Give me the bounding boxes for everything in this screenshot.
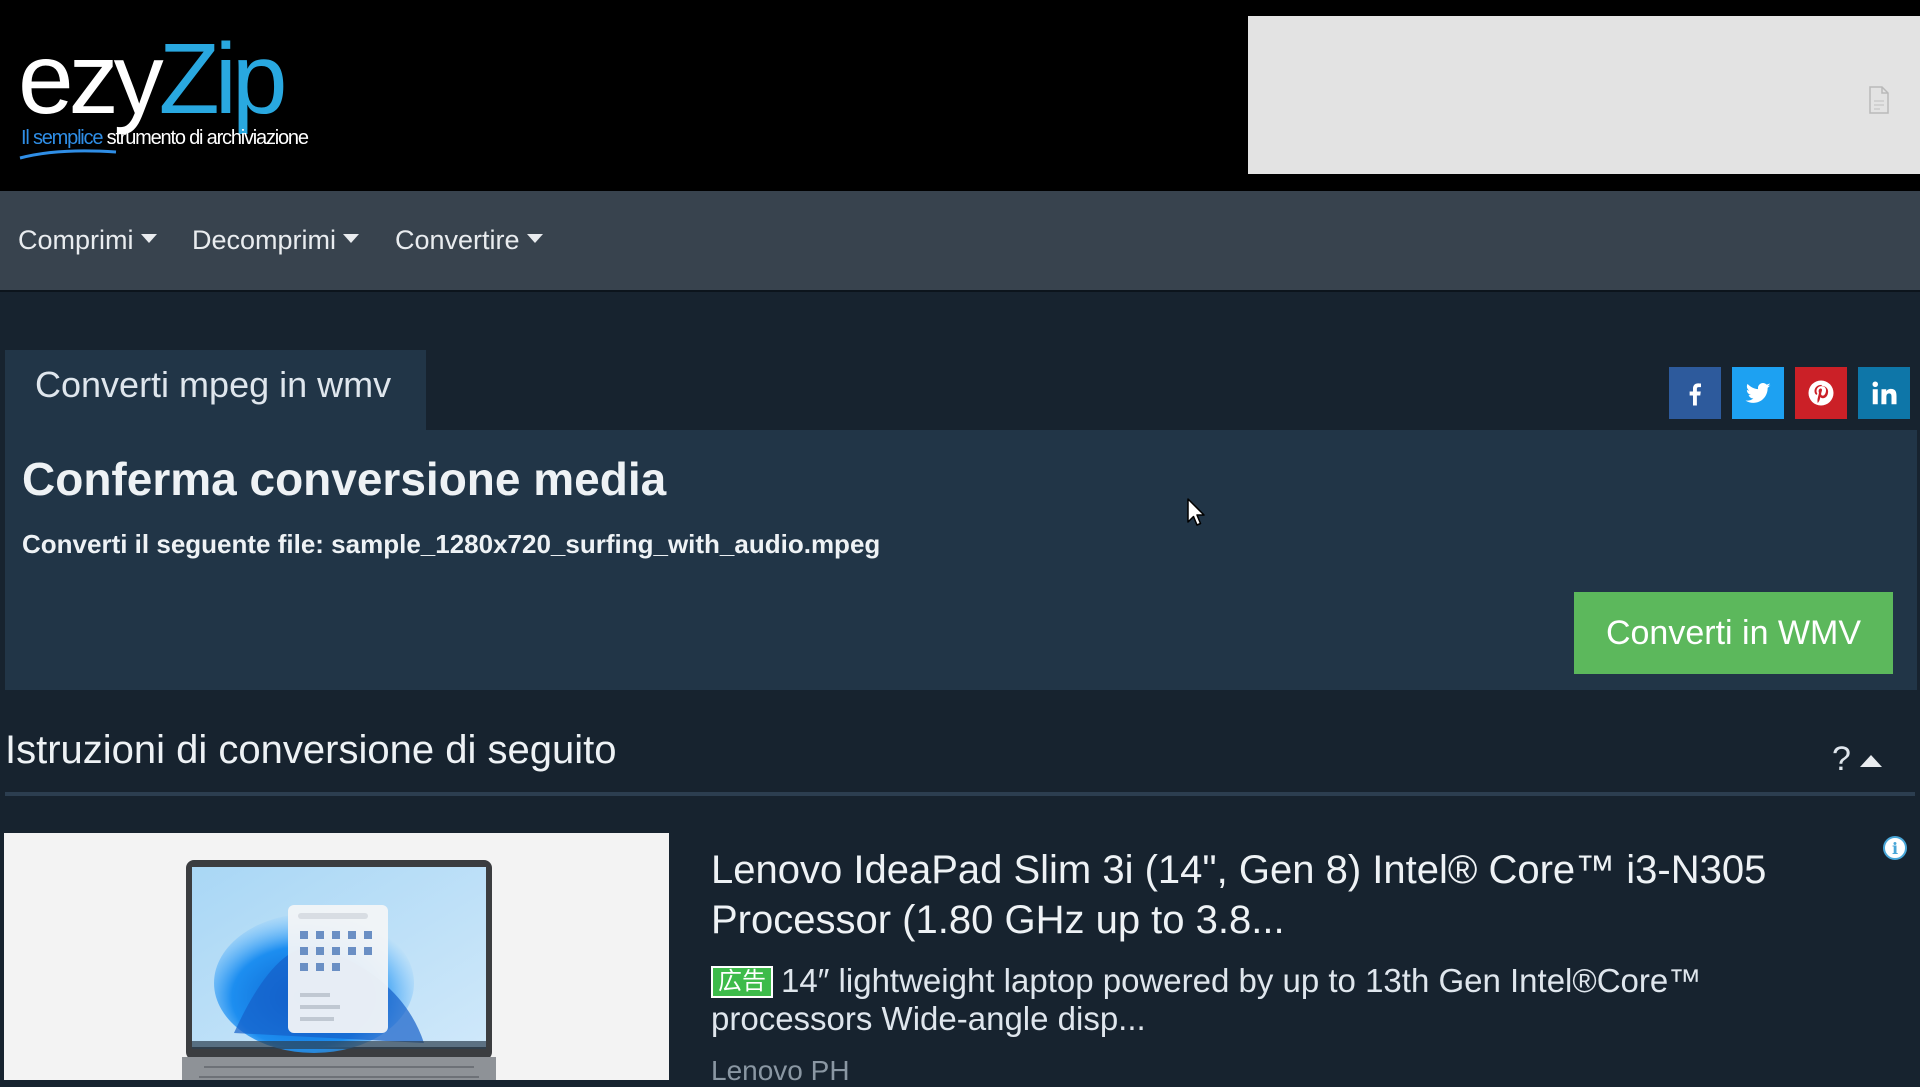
chevron-down-icon xyxy=(140,234,157,243)
logo-ezy-text: ezy xyxy=(18,23,164,135)
nav-convertire-label: Convertire xyxy=(395,225,520,255)
navbar: Comprimi Decomprimi Convertire xyxy=(0,191,1920,292)
nav-convertire[interactable]: Convertire xyxy=(395,225,543,256)
document-icon xyxy=(1869,86,1889,114)
file-info: Converti il seguente file: sample_1280x7… xyxy=(22,529,881,559)
pinterest-share-button[interactable] xyxy=(1795,367,1847,419)
tab-converti[interactable]: Converti mpeg in wmv xyxy=(5,350,426,430)
instructions-heading: Istruzioni di conversione di seguito xyxy=(5,728,617,772)
pinterest-icon xyxy=(1808,380,1834,406)
collapse-up-icon[interactable] xyxy=(1860,755,1882,767)
mouse-cursor-icon xyxy=(1187,498,1205,526)
ad-title[interactable]: Lenovo IdeaPad Slim 3i (14", Gen 8) Inte… xyxy=(711,845,1861,945)
ad-description: 広告 14″ lightweight laptop powered by up t… xyxy=(711,962,1861,1038)
chevron-down-icon xyxy=(526,234,543,243)
ad-product-image[interactable] xyxy=(4,833,669,1080)
nav-decomprimi[interactable]: Decomprimi xyxy=(192,225,360,256)
laptop-image xyxy=(182,860,496,1080)
ad-banner[interactable] xyxy=(1248,16,1920,174)
twitter-share-button[interactable] xyxy=(1732,367,1784,419)
ad-description-text: 14″ lightweight laptop powered by up to … xyxy=(711,962,1702,1037)
logo-swoosh-icon xyxy=(19,149,117,160)
divider xyxy=(5,792,1915,796)
conversion-card: Conferma conversione media Converti il s… xyxy=(5,430,1917,690)
header: ezyZip Il semplice strumento di archivia… xyxy=(0,0,1920,191)
help-icon[interactable]: ? xyxy=(1832,740,1851,779)
ad-source[interactable]: Lenovo PH xyxy=(711,1055,850,1087)
ad-info-icon[interactable]: i xyxy=(1883,836,1907,860)
linkedin-icon xyxy=(1872,381,1897,405)
nav-comprimi-label: Comprimi xyxy=(18,225,134,255)
ezyzip-logo[interactable]: ezyZip Il semplice strumento di archivia… xyxy=(18,20,338,160)
ad-badge: 広告 xyxy=(711,966,773,998)
facebook-icon xyxy=(1689,383,1701,406)
logo-wordmark: ezyZip xyxy=(18,23,288,135)
tab-label: Converti mpeg in wmv xyxy=(35,364,392,405)
convert-button[interactable]: Converti in WMV xyxy=(1574,592,1893,674)
nav-decomprimi-label: Decomprimi xyxy=(192,225,337,255)
chevron-down-icon xyxy=(343,234,360,243)
twitter-icon xyxy=(1745,383,1771,403)
nav-comprimi[interactable]: Comprimi xyxy=(18,225,157,256)
logo-zip-text: Zip xyxy=(158,23,288,135)
facebook-share-button[interactable] xyxy=(1669,367,1721,419)
linkedin-share-button[interactable] xyxy=(1858,367,1910,419)
logo-tagline-rest: strumento di archiviazione xyxy=(102,127,309,149)
card-title: Conferma conversione media xyxy=(22,453,667,505)
